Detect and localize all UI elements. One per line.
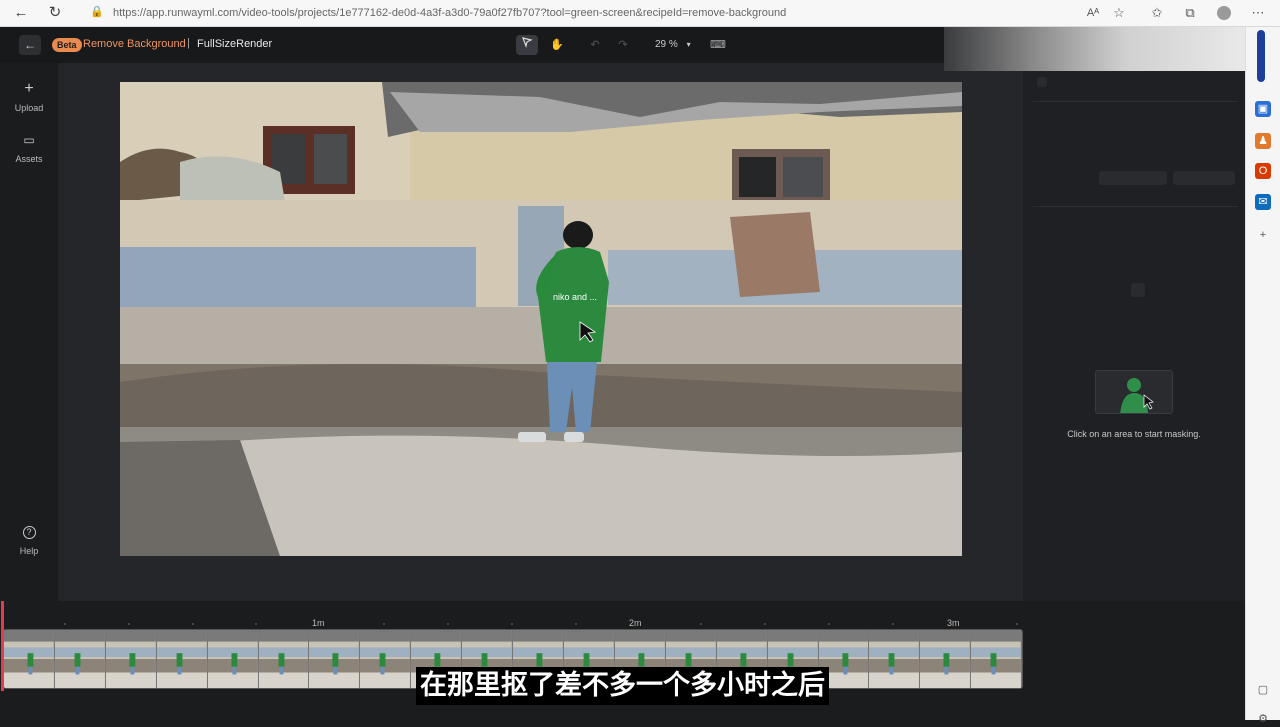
tick-dot bbox=[128, 623, 130, 625]
sidebar-toggle-icon[interactable]: ▢ bbox=[1255, 682, 1271, 698]
checkbox-faded bbox=[1037, 77, 1047, 87]
panel-divider bbox=[1033, 206, 1238, 207]
select-tool-icon[interactable] bbox=[516, 35, 538, 55]
hand-tool-icon[interactable]: ✋ bbox=[546, 35, 568, 55]
office-icon[interactable]: O bbox=[1255, 163, 1271, 179]
lock-icon: 🔒 bbox=[90, 6, 104, 18]
assets-button[interactable]: ▭ Assets bbox=[0, 131, 58, 164]
right-panel: Click on an area to start masking. bbox=[1023, 71, 1245, 683]
more-menu-icon[interactable]: ⋯ bbox=[1248, 4, 1268, 22]
games-icon[interactable]: ♟ bbox=[1255, 133, 1271, 149]
file-title[interactable]: FullSizeRender bbox=[197, 38, 272, 50]
video-scene: niko and ... bbox=[120, 82, 962, 556]
mask-thumbnail bbox=[1095, 370, 1173, 414]
collections-icon[interactable]: ⧉ bbox=[1180, 4, 1200, 22]
panel-control-faded bbox=[1099, 171, 1167, 185]
filmstrip-frame bbox=[920, 630, 972, 688]
runway-app: ← Beta Remove Background | FullSizeRende… bbox=[0, 27, 1245, 720]
back-arrow-icon[interactable]: ← bbox=[11, 4, 31, 22]
chevron-down-icon: ▾ bbox=[686, 40, 691, 49]
add-icon[interactable]: + bbox=[1255, 227, 1271, 243]
undo-icon[interactable]: ↶ bbox=[584, 35, 606, 55]
beta-badge: Beta bbox=[52, 38, 82, 52]
timeline-ruler[interactable]: 1m 2m 3m bbox=[0, 609, 1023, 629]
tick-dot bbox=[700, 623, 702, 625]
zoom-control[interactable]: 29 % ▾ bbox=[655, 39, 691, 50]
tick-dot bbox=[575, 623, 577, 625]
tick-dot bbox=[764, 623, 766, 625]
upload-label: Upload bbox=[14, 103, 44, 113]
browser-sidebar: ▣ ♟ O ✉ + ▢ ⚙ bbox=[1245, 27, 1280, 725]
tool-title: Remove Background bbox=[83, 38, 186, 50]
url-text: https://app.runwayml.com/video-tools/pro… bbox=[113, 7, 787, 19]
filmstrip-frame bbox=[869, 630, 921, 688]
panel-control-faded bbox=[1173, 171, 1235, 185]
browser-toolbar: ← ↻ 🔒 https://app.runwayml.com/video-too… bbox=[0, 0, 1280, 27]
back-button[interactable]: ← bbox=[19, 35, 41, 55]
folder-icon: ▭ bbox=[23, 133, 35, 147]
outlook-icon[interactable]: ✉ bbox=[1255, 194, 1271, 210]
playhead[interactable] bbox=[1, 601, 4, 691]
tick-dot bbox=[447, 623, 449, 625]
panel-divider bbox=[1033, 101, 1238, 102]
filmstrip-frame bbox=[4, 630, 55, 688]
favorite-add-icon[interactable]: ☆ bbox=[1109, 4, 1129, 22]
tick-label: 3m bbox=[947, 618, 960, 628]
tick-label: 1m bbox=[312, 618, 325, 628]
tick-dot bbox=[892, 623, 894, 625]
filmstrip-frame bbox=[156, 630, 208, 688]
help-button[interactable]: ? Help bbox=[0, 523, 58, 556]
profile-icon[interactable] bbox=[1214, 4, 1234, 22]
redo-icon[interactable]: ↷ bbox=[612, 35, 634, 55]
panel-control-faded bbox=[1131, 283, 1145, 297]
mask-hint-text: Click on an area to start masking. bbox=[1067, 429, 1201, 439]
filmstrip-frame bbox=[971, 630, 1022, 688]
tick-dot bbox=[828, 623, 830, 625]
filmstrip-frame bbox=[207, 630, 259, 688]
hoodie-text: niko and ... bbox=[553, 292, 597, 302]
assets-label: Assets bbox=[15, 154, 43, 164]
tick-dot bbox=[64, 623, 66, 625]
canvas-area[interactable]: niko and ... bbox=[58, 63, 1023, 601]
help-icon: ? bbox=[0, 523, 58, 541]
video-subtitle: 在那里抠了差不多一个多小时之后 bbox=[416, 667, 829, 705]
help-label: Help bbox=[19, 546, 39, 556]
tick-dot bbox=[192, 623, 194, 625]
filmstrip-frame bbox=[309, 630, 361, 688]
tick-dot bbox=[255, 623, 257, 625]
settings-icon[interactable]: ⚙ bbox=[1255, 711, 1271, 727]
filmstrip-frame bbox=[360, 630, 412, 688]
briefcase-icon[interactable]: ▣ bbox=[1255, 101, 1271, 117]
tick-label: 2m bbox=[629, 618, 642, 628]
left-rail: + Upload ▭ Assets ? Help bbox=[0, 63, 58, 683]
video-preview[interactable]: niko and ... bbox=[120, 82, 962, 556]
favorites-icon[interactable]: ✩ bbox=[1147, 4, 1167, 22]
zoom-value: 29 % bbox=[655, 39, 678, 50]
filmstrip-frame bbox=[54, 630, 106, 688]
tick-dot bbox=[511, 623, 513, 625]
scrollbar-thumb[interactable] bbox=[1257, 30, 1265, 82]
tick-dot bbox=[1016, 623, 1018, 625]
read-aloud-icon[interactable]: Aᴬ bbox=[1083, 4, 1103, 22]
filmstrip-frame bbox=[105, 630, 157, 688]
plus-icon: + bbox=[24, 80, 34, 97]
title-separator: | bbox=[187, 37, 190, 49]
tick-dot bbox=[383, 623, 385, 625]
blurred-region bbox=[944, 27, 1245, 71]
keyboard-icon[interactable]: ⌨ bbox=[707, 35, 729, 55]
address-bar[interactable]: 🔒 https://app.runwayml.com/video-tools/p… bbox=[80, 2, 1140, 24]
refresh-icon[interactable]: ↻ bbox=[45, 4, 65, 22]
filmstrip-frame bbox=[258, 630, 310, 688]
upload-button[interactable]: + Upload bbox=[0, 80, 58, 113]
